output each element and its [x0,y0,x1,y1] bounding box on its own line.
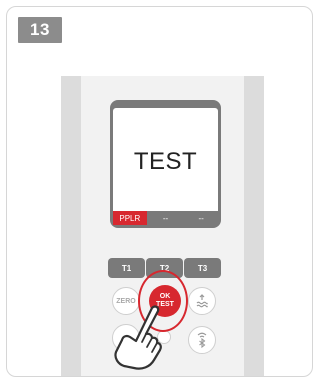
bluetooth-icon [197,332,207,349]
tide-icon [196,294,208,308]
display-tab-2: -- [148,211,183,225]
tide-button[interactable] [188,287,216,315]
step-number-badge: 13 [18,17,62,43]
display-main-text: TEST [133,148,198,175]
display-tab-3: -- [184,211,219,225]
device-right-edge [244,76,264,376]
t1-button[interactable]: T1 [108,258,145,278]
display-tab-pplr: PPLR [113,211,147,225]
hand-pointer-icon [114,305,162,370]
device-left-edge [61,76,81,376]
bluetooth-button[interactable] [188,326,216,354]
display-tabs: PPLR -- -- [113,211,219,225]
t3-button[interactable]: T3 [184,258,221,278]
